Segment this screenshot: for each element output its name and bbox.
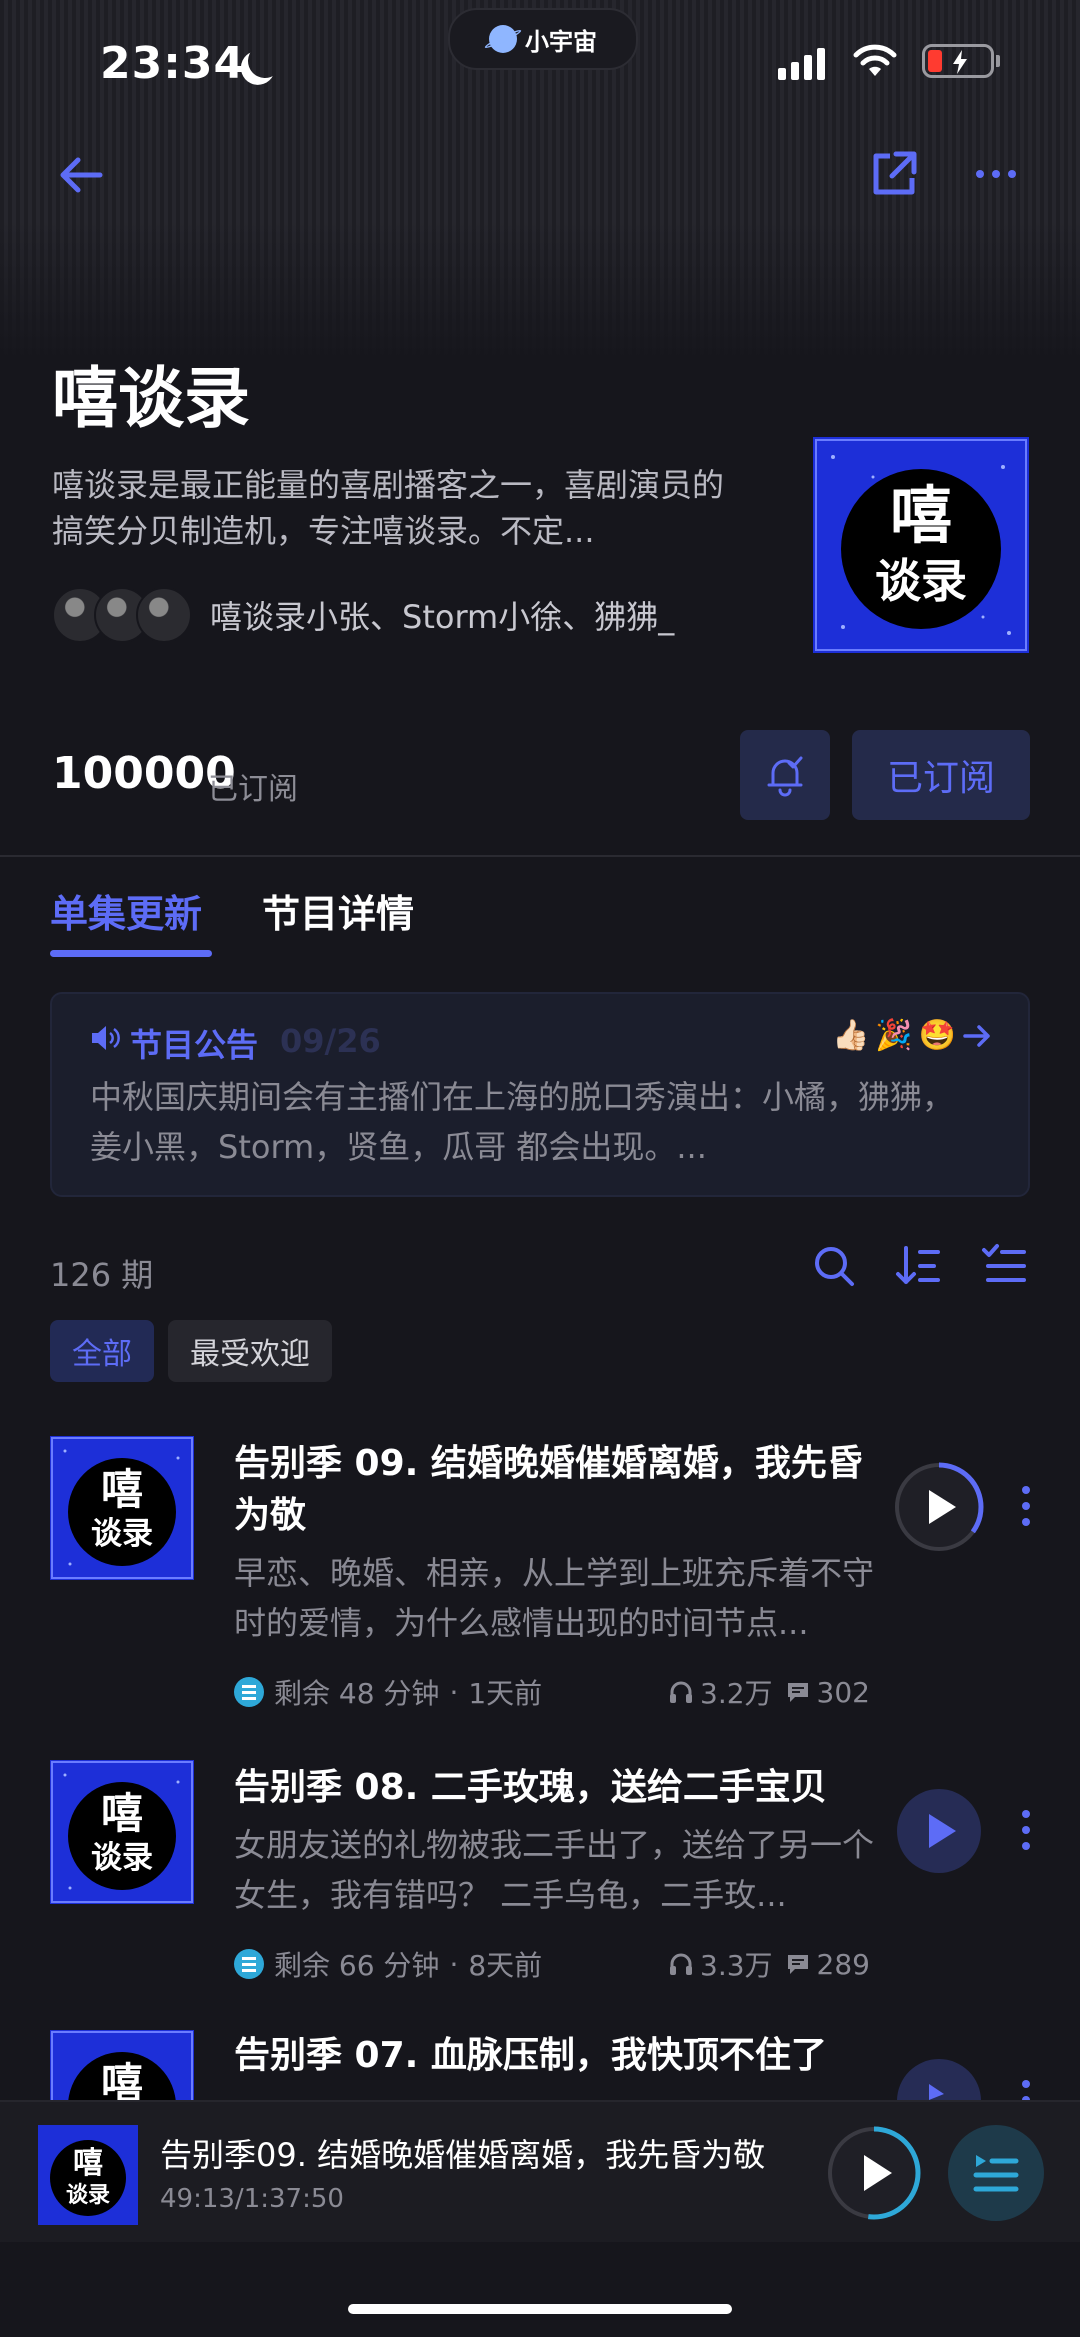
playlist-icon: [973, 2155, 1019, 2192]
home-indicator: [348, 2304, 732, 2314]
play-button[interactable]: [894, 2056, 984, 2100]
episode-cover[interactable]: 嘻 谈录: [50, 1436, 194, 1580]
svg-text:嘻: 嘻: [101, 2059, 143, 2100]
episode-meta: 剩余 48 分钟 · 1天前: [234, 1672, 542, 1712]
play-button[interactable]: [894, 1786, 984, 1876]
player-time: 49:13/1:37:50: [160, 2184, 344, 2214]
episode-ago: 8天前: [468, 1949, 543, 1982]
podcast-title: 嘻谈录: [52, 360, 250, 437]
more-horizontal-icon[interactable]: [974, 164, 1018, 184]
speaker-icon: [92, 1026, 120, 1050]
subscribe-button[interactable]: 已订阅: [852, 730, 1030, 820]
wifi-icon: [853, 44, 897, 76]
comment-icon: [787, 1683, 808, 1702]
podcast-description[interactable]: 嘻谈录是最正能量的喜剧播客之一，喜剧演员的搞笑分贝制造机，专注嘻谈录。不定...: [52, 462, 752, 554]
share-icon[interactable]: [868, 148, 920, 200]
notice-body: 中秋国庆期间会有主播们在上海的脱口秀演出：小橘，狒狒，姜小黑，Storm，贤鱼，…: [90, 1078, 955, 1166]
episode-stats: 3.2万 302: [668, 1672, 870, 1712]
episode-title[interactable]: 告别季 07. 血脉压制，我快顶不住了: [234, 2030, 874, 2082]
sort-icon[interactable]: [894, 1242, 942, 1290]
svg-text:谈录: 谈录: [91, 1840, 153, 1876]
notification-bell-button[interactable]: [740, 730, 830, 820]
svg-text:嘻: 嘻: [73, 2146, 103, 2181]
status-time: 23:34: [100, 38, 246, 89]
cover-text-1: 嘻: [890, 479, 952, 552]
episode-stats: 3.3万 289: [668, 1944, 870, 1984]
divider: [0, 855, 1080, 857]
episode-description[interactable]: 早恋、晚婚、相亲，从上学到上班充斥着不守时的爱情，为什么感情出现的时间节点...: [234, 1548, 874, 1648]
tab-details[interactable]: 节目详情: [262, 883, 414, 938]
dynamic-island: 小宇宙: [448, 8, 638, 70]
signal-icon: [778, 46, 825, 80]
svg-text:谈录: 谈录: [66, 2183, 110, 2208]
playlist-button[interactable]: [948, 2125, 1044, 2221]
playlist-icon: [234, 1949, 264, 1979]
comment-icon: [787, 1955, 808, 1974]
arrow-left-icon[interactable]: [56, 152, 106, 198]
subscriber-label: 已订阅: [208, 772, 298, 807]
headphones-icon: [670, 1953, 692, 1975]
cover-text-2: 谈录: [875, 554, 967, 608]
svg-text:嘻: 嘻: [101, 1789, 143, 1838]
battery-tip: [996, 55, 1000, 67]
party-emoji: 🎉: [875, 1018, 913, 1053]
episode-remaining: 剩余 48 分钟: [274, 1677, 440, 1710]
episode-ago: 1天前: [468, 1677, 543, 1710]
headphones-icon: [670, 1681, 692, 1703]
playlist-icon: [234, 1677, 264, 1707]
search-icon[interactable]: [810, 1242, 858, 1290]
host-avatars[interactable]: [52, 587, 192, 643]
player-cover[interactable]: 嘻 谈录: [38, 2125, 138, 2225]
tab-underline: [50, 950, 212, 957]
svg-text:嘻: 嘻: [101, 1465, 143, 1514]
planet-icon: [489, 25, 517, 53]
podcast-cover: 嘻 谈录: [813, 437, 1029, 653]
episode-cover[interactable]: 嘻 谈录: [50, 1760, 194, 1904]
filter-popular-chip[interactable]: 最受欢迎: [168, 1320, 332, 1382]
episode-count: 126 期: [50, 1256, 154, 1294]
play-button[interactable]: [894, 1462, 984, 1552]
notice-date: 09/26: [280, 1022, 381, 1060]
episode-description[interactable]: 女朋友送的礼物被我二手出了，送给了另一个女生，我有错吗？ 二手乌龟，二手玫...: [234, 1820, 874, 1920]
episode-comments: 289: [816, 1947, 870, 1981]
avatar: [136, 587, 192, 643]
arrow-right-icon: [963, 1024, 990, 1047]
episode-cover[interactable]: 嘻: [50, 2030, 194, 2100]
notice-title: 节目公告: [130, 1026, 259, 1064]
episode-meta: 剩余 66 分钟 · 8天前: [234, 1944, 542, 1984]
bell-check-icon: [767, 756, 803, 797]
episode-plays: 3.2万: [700, 1677, 773, 1710]
svg-text:谈录: 谈录: [91, 1516, 153, 1552]
multi-select-icon[interactable]: [980, 1242, 1028, 1290]
player-title[interactable]: 告别季09. 结婚晚婚催婚离婚，我先昏为敬: [160, 2130, 765, 2176]
episode-comments: 302: [816, 1675, 870, 1709]
host-names[interactable]: 嘻谈录小张、Storm小徐、狒狒_: [210, 592, 674, 638]
battery-icon: [922, 44, 994, 78]
star-eyes-emoji: 🤩: [918, 1018, 957, 1053]
episode-plays: 3.3万: [700, 1949, 773, 1982]
episode-more-icon[interactable]: [1020, 1810, 1032, 1850]
episode-remaining: 剩余 66 分钟: [274, 1949, 440, 1982]
thumbs-up-emoji: 👍🏻: [832, 1018, 870, 1053]
episode-title[interactable]: 告别季 09. 结婚晚婚催婚离婚，我先昏为敬: [234, 1438, 874, 1542]
player-play-button[interactable]: [826, 2125, 922, 2221]
episode-title[interactable]: 告别季 08. 二手玫瑰，送给二手宝贝: [234, 1762, 874, 1814]
filter-all-chip[interactable]: 全部: [50, 1320, 154, 1382]
island-label: 小宇宙: [525, 27, 597, 56]
tab-episodes[interactable]: 单集更新: [50, 883, 202, 938]
notice-emojis: 👍🏻 🎉 🤩: [832, 1018, 992, 1053]
episode-more-icon[interactable]: [1020, 1486, 1032, 1526]
